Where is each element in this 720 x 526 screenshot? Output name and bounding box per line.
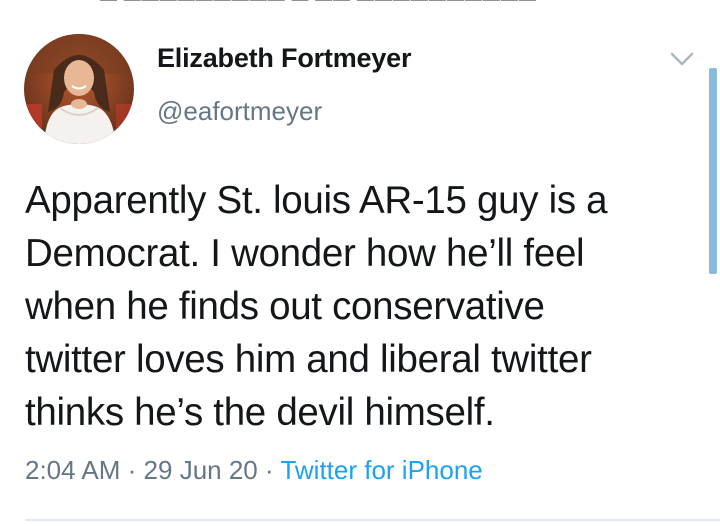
profile-photo [24,34,134,144]
tweet-text-line: Apparently St. louis AR-15 guy is a [25,179,608,222]
tweet-source-link[interactable]: Twitter for iPhone [280,455,482,485]
previous-tweet-cutoff: ▬ ▬▬▬▬▬▬▬▬▬ ▬ ▬▬ ▬▬▬▬▬▬▬▬▬▬ [100,0,620,6]
avatar[interactable] [24,34,134,144]
tweet-metadata: 2:04 AM · 29 Jun 20 · Twitter for iPhone [25,455,483,486]
tweet-time[interactable]: 2:04 AM [25,455,120,485]
tweet-text-line: Democrat. I wonder how he’ll feel [25,232,585,275]
tweet-text-line: thinks he’s the devil himself. [25,391,495,434]
tweet-screenshot: ▬ ▬▬▬▬▬▬▬▬▬ ▬ ▬▬ ▬▬▬▬▬▬▬▬▬▬ [0,0,720,526]
tweet-text-line: when he finds out conservative [25,285,545,328]
scrollbar[interactable] [709,68,717,274]
separator-dot: · [127,455,137,485]
tweet-text-line: twitter loves him and liberal twitter [25,338,592,381]
tweet-date[interactable]: 29 Jun 20 [144,455,258,485]
author-display-name[interactable]: Elizabeth Fortmeyer [157,43,411,74]
separator-dot: · [265,455,274,485]
chevron-down-icon[interactable] [668,48,696,70]
tweet-text: Apparently St. louis AR-15 guy is a Demo… [25,174,709,439]
author-handle[interactable]: @eafortmeyer [157,96,322,127]
divider [25,519,720,521]
